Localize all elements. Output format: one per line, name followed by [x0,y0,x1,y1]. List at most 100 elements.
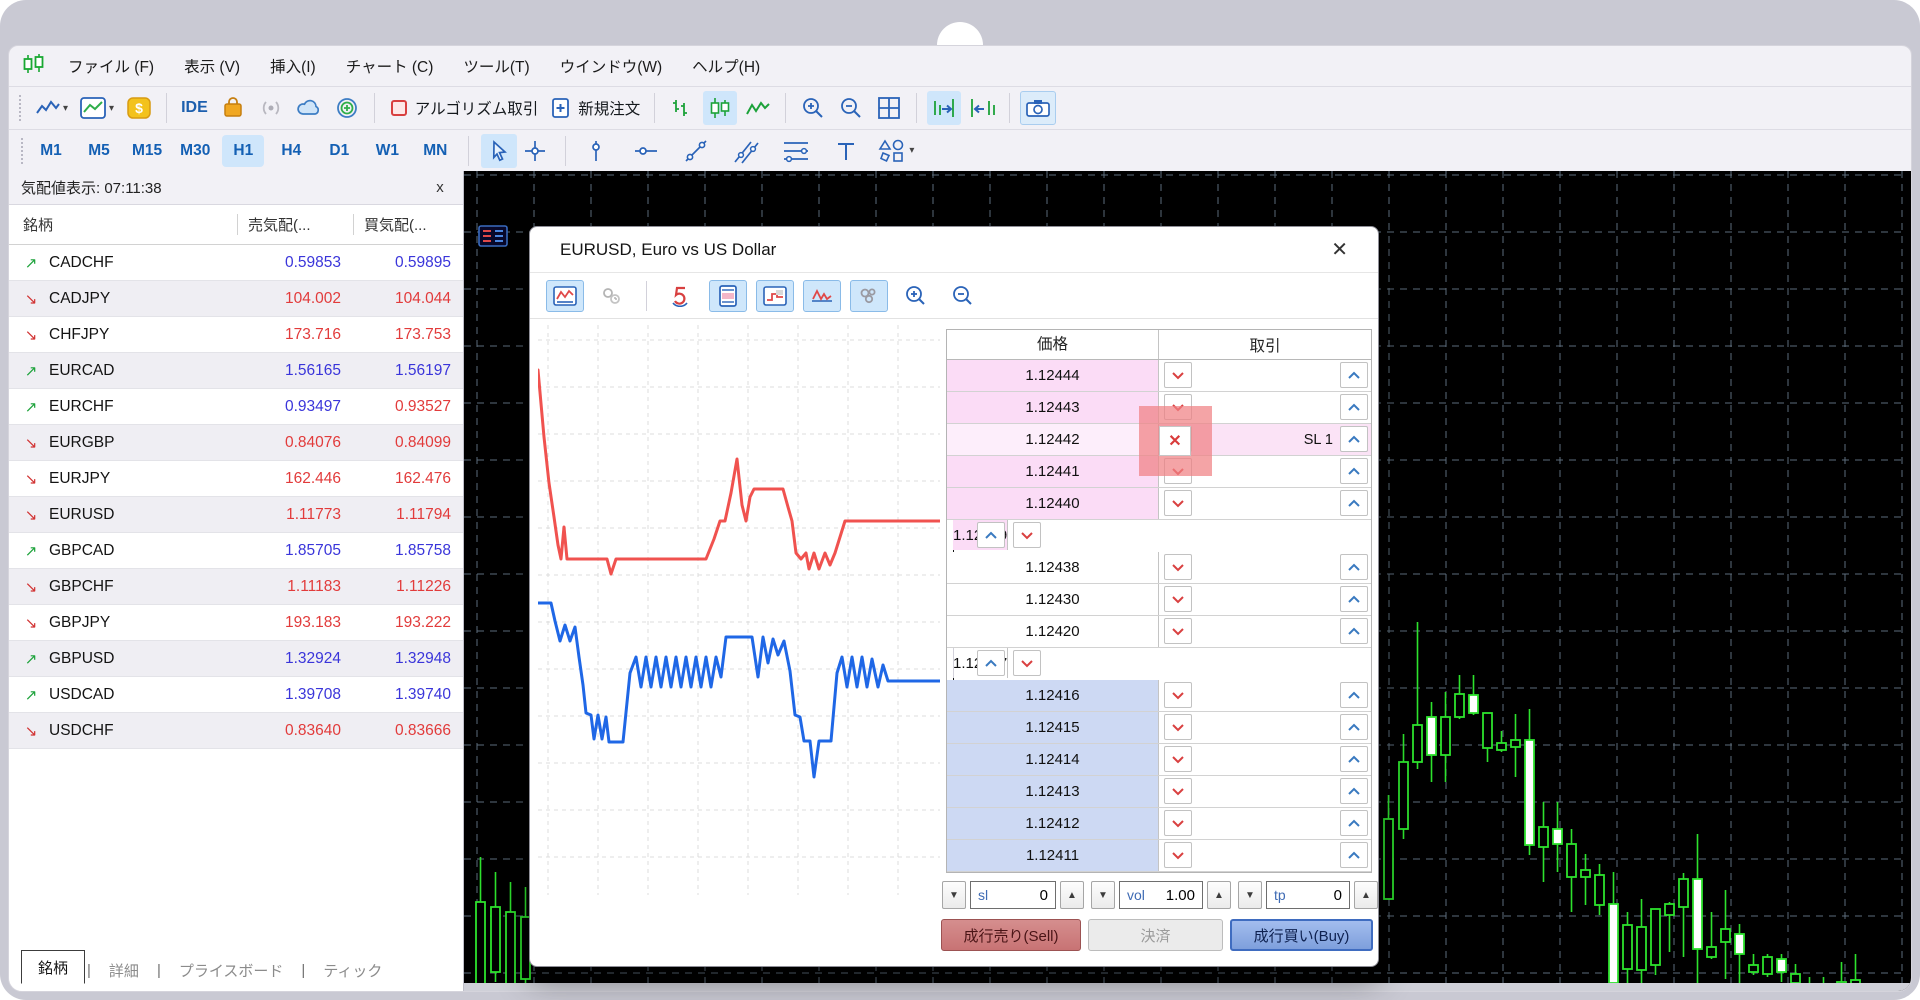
channel-tool-button[interactable] [728,134,764,168]
fibonacci-tool-button[interactable] [778,134,814,168]
metaeditor-ide-button[interactable]: IDE [177,91,212,125]
sell-limit-button[interactable] [1164,490,1192,516]
buy-limit-button[interactable] [1340,618,1368,644]
column-header-bid[interactable]: 売気配(... [237,214,353,235]
table-row-GBPJPY[interactable]: ↘ GBPJPY 193.183 193.222 [9,605,463,641]
sell-limit-button[interactable] [1164,618,1192,644]
timeframe-H4[interactable]: H4 [270,135,312,167]
table-row-CHFJPY[interactable]: ↘ CHFJPY 173.716 173.753 [9,317,463,353]
bar-chart-mode-button[interactable] [665,91,699,125]
timeframe-M1[interactable]: M1 [30,135,72,167]
menu-item-C[interactable]: チャート (C) [331,46,449,86]
price-cell[interactable]: 1.12415 [947,712,1159,743]
column-header-symbol[interactable]: 銘柄 [9,214,237,235]
bubbles-button[interactable] [850,279,888,312]
table-row-USDCHF[interactable]: ↘ USDCHF 0.83640 0.83666 [9,713,463,749]
menu-item-H[interactable]: ヘルプ(H) [677,46,775,86]
price-cell[interactable]: 1.12444 [947,360,1159,391]
table-row-EURCHF[interactable]: ↗ EURCHF 0.93497 0.93527 [9,389,463,425]
timeframe-M30[interactable]: M30 [174,135,216,167]
buy-limit-button[interactable] [977,522,1006,548]
cursor-tool-button[interactable] [481,133,518,168]
dialog-zoom-out-button[interactable] [944,280,982,312]
buy-limit-button[interactable] [1340,810,1368,836]
depth-chart-button[interactable] [756,279,794,312]
cloud-button[interactable] [292,91,326,125]
tab-details[interactable]: 詳細 [93,955,155,985]
buy-limit-button[interactable] [1340,426,1368,452]
table-row-CADJPY[interactable]: ↘ CADJPY 104.002 104.044 [9,281,463,317]
tp-increase-button[interactable]: ▲ [1354,881,1378,909]
sell-limit-button[interactable] [1164,810,1192,836]
sell-limit-button[interactable] [1164,554,1192,580]
price-cell[interactable]: 1.12420 [947,616,1159,647]
buy-limit-button[interactable] [1340,362,1368,388]
buy-limit-button[interactable] [1340,746,1368,772]
menu-item-V[interactable]: 表示 (V) [169,46,255,86]
price-cell[interactable]: 1.12438 [947,552,1159,583]
market-store-button[interactable] [216,91,250,125]
chart-horizontal-scrollbar[interactable] [464,983,1911,991]
price-cell[interactable]: 1.12411 [947,840,1159,871]
price-cell[interactable]: 1.12440 [947,488,1159,519]
timeframe-M5[interactable]: M5 [78,135,120,167]
menu-item-T[interactable]: ツール(T) [448,46,544,86]
sell-limit-button[interactable] [1164,842,1192,868]
sell-limit-button[interactable] [1164,586,1192,612]
sl-decrease-button[interactable]: ▼ [942,881,966,909]
vol-field[interactable]: vol 1.00 [1119,881,1203,909]
one-click-dom-icon[interactable] [478,225,508,252]
sell-limit-button[interactable] [1164,778,1192,804]
table-row-USDCAD[interactable]: ↗ USDCAD 1.39708 1.39740 [9,677,463,713]
algo-trading-button[interactable]: アルゴリズム取引 [385,91,543,125]
new-order-button[interactable]: 新規注文 [546,91,644,125]
price-cell[interactable]: 1.12443 [947,392,1159,423]
buy-limit-button[interactable] [1340,778,1368,804]
market-sell-button[interactable]: 成行売り(Sell) [941,919,1081,951]
vol-increase-button[interactable]: ▲ [1207,881,1231,909]
market-buy-button[interactable]: 成行買い(Buy) [1230,919,1373,951]
sl-field[interactable]: sl 0 [970,881,1056,909]
tab-priceboard[interactable]: プライスボード [163,955,300,985]
timeframe-MN[interactable]: MN [414,135,456,167]
tp-field[interactable]: tp 0 [1266,881,1350,909]
toolbar-grip[interactable] [19,95,24,121]
table-row-EURJPY[interactable]: ↘ EURJPY 162.446 162.476 [9,461,463,497]
close-icon[interactable]: ✕ [1331,237,1348,262]
sell-limit-button[interactable] [1164,714,1192,740]
zoom-out-button[interactable] [834,91,868,125]
menu-item-I[interactable]: 挿入(I) [255,46,331,86]
buy-limit-button[interactable] [1340,586,1368,612]
chart-shift-button[interactable] [965,91,999,125]
price-cell[interactable]: 1.12441 [947,456,1159,487]
chart-type-line-button[interactable]: ▾ [32,91,72,125]
buy-limit-button[interactable] [1340,714,1368,740]
price-cell[interactable]: 1.12416 [947,680,1159,711]
tab-ticks[interactable]: ティック [307,955,398,985]
dom-ladder-button[interactable] [709,279,747,312]
horizontal-line-tool-button[interactable] [628,134,664,168]
crosshair-tool-button[interactable] [517,134,553,168]
buy-limit-button[interactable] [1340,490,1368,516]
table-row-EURGBP[interactable]: ↘ EURGBP 0.84076 0.84099 [9,425,463,461]
price-cell[interactable]: 1.12442 [947,424,1159,455]
signals-button[interactable] [254,91,288,125]
timeframe-H1[interactable]: H1 [222,134,265,167]
vol-decrease-button[interactable]: ▼ [1091,881,1115,909]
buy-limit-button[interactable] [1340,554,1368,580]
dialog-titlebar[interactable]: EURUSD, Euro vs US Dollar ✕ [530,227,1378,273]
buy-limit-button[interactable] [1340,842,1368,868]
sell-limit-button[interactable] [1164,682,1192,708]
line-chart-mode-button[interactable] [741,91,775,125]
menu-item-F[interactable]: ファイル (F) [53,46,169,86]
sell-limit-button[interactable] [1164,362,1192,388]
sl-remove-button[interactable]: ✕ [1159,426,1191,456]
buy-limit-button[interactable] [1340,682,1368,708]
text-tool-button[interactable] [828,134,864,168]
tp-decrease-button[interactable]: ▼ [1238,881,1262,909]
candlestick-mode-button[interactable] [703,91,738,125]
close-icon[interactable]: x [429,179,451,196]
table-row-EURUSD[interactable]: ↘ EURUSD 1.11773 1.11794 [9,497,463,533]
chart-profile-button[interactable]: ▾ [76,91,118,125]
eurusd-depth-dialog[interactable]: EURUSD, Euro vs US Dollar ✕ 価格 取引 1.1244… [529,226,1379,967]
